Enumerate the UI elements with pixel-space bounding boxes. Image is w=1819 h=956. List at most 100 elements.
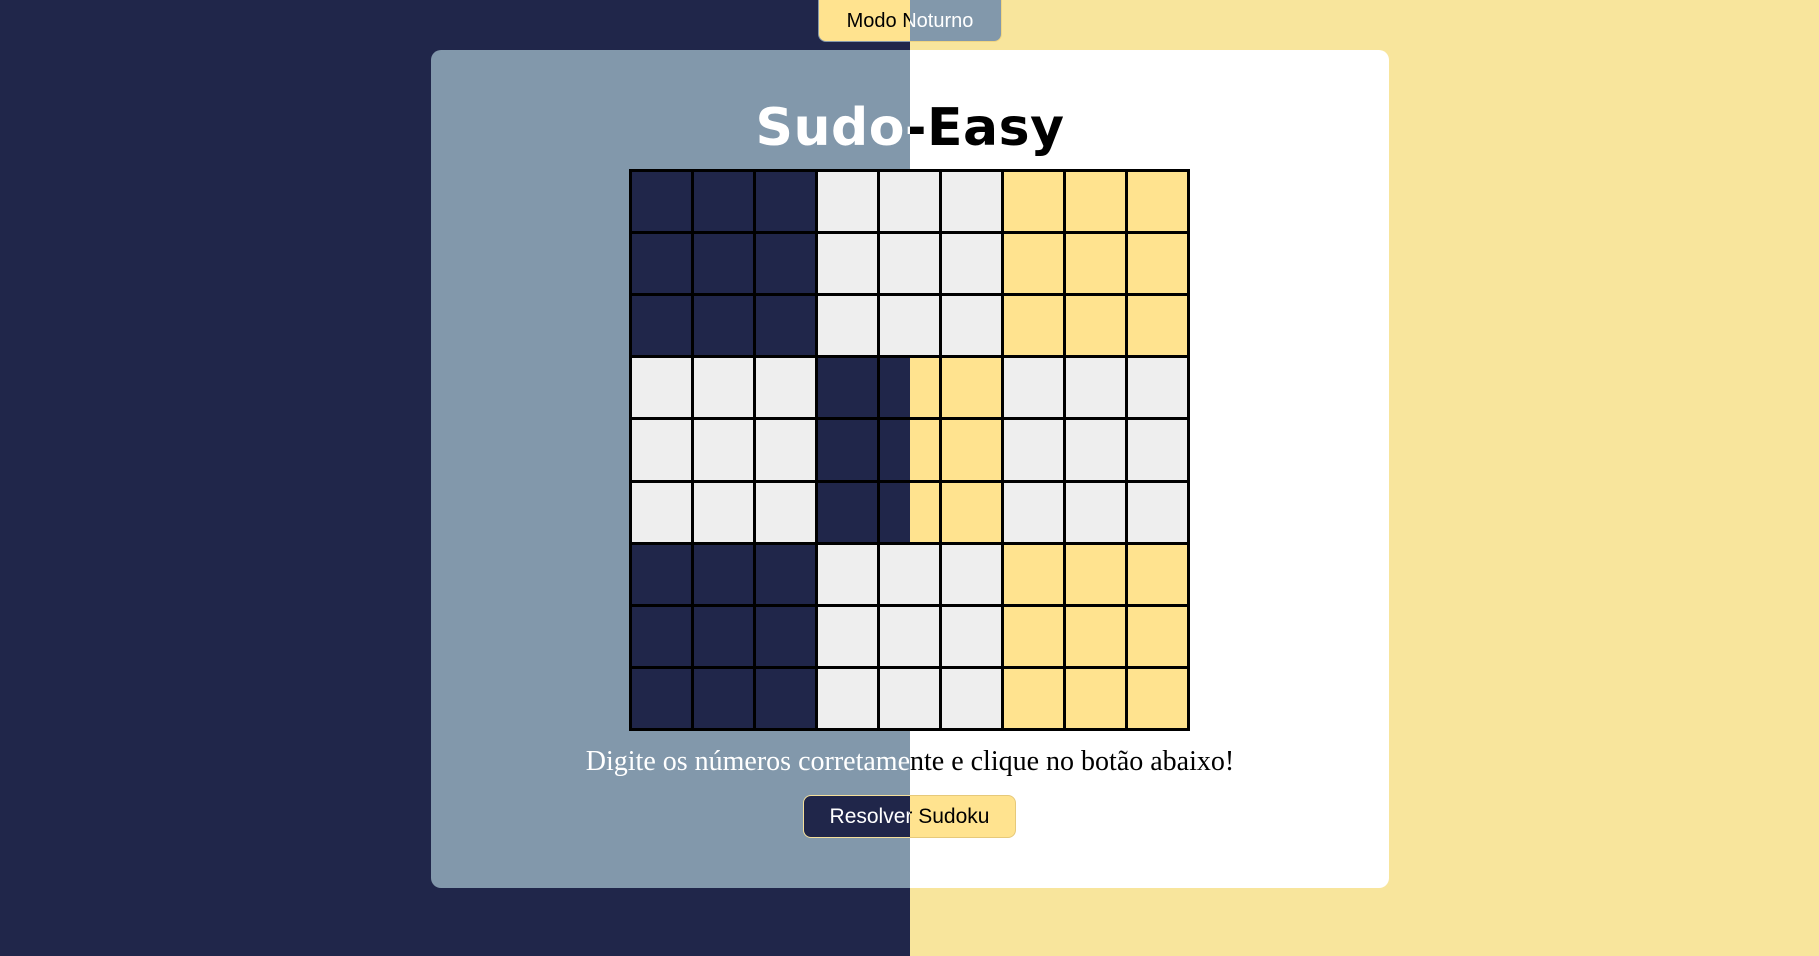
sudoku-cell[interactable] <box>1065 171 1126 233</box>
sudoku-cell-input[interactable] <box>818 296 877 356</box>
sudoku-cell[interactable] <box>631 419 692 481</box>
sudoku-cell[interactable] <box>631 481 692 543</box>
sudoku-cell-input[interactable] <box>942 420 1001 480</box>
sudoku-cell-input[interactable] <box>694 296 753 356</box>
sudoku-cell[interactable] <box>1065 233 1126 295</box>
sudoku-cell[interactable] <box>1127 481 1188 543</box>
sudoku-cell[interactable] <box>631 605 692 667</box>
sudoku-cell-input[interactable] <box>1066 482 1125 542</box>
sudoku-cell-input[interactable] <box>942 358 1001 418</box>
sudoku-cell[interactable] <box>1003 667 1064 729</box>
sudoku-cell-input[interactable] <box>1066 420 1125 480</box>
sudoku-cell-input[interactable] <box>756 234 815 294</box>
sudoku-cell[interactable] <box>693 481 754 543</box>
sudoku-cell[interactable] <box>817 357 878 419</box>
sudoku-cell[interactable] <box>817 481 878 543</box>
sudoku-cell-input[interactable] <box>632 482 691 542</box>
sudoku-cell-input[interactable] <box>1128 296 1187 356</box>
sudoku-cell-input[interactable] <box>818 606 877 666</box>
sudoku-cell-input[interactable] <box>1128 234 1187 294</box>
sudoku-cell[interactable] <box>693 171 754 233</box>
sudoku-cell-input[interactable] <box>632 544 691 604</box>
sudoku-cell-input[interactable] <box>818 668 877 728</box>
sudoku-cell[interactable] <box>1065 357 1126 419</box>
sudoku-cell-input[interactable] <box>942 172 1001 232</box>
sudoku-cell-input[interactable] <box>632 420 691 480</box>
sudoku-cell[interactable] <box>755 171 816 233</box>
sudoku-cell[interactable] <box>631 357 692 419</box>
sudoku-cell-input[interactable] <box>756 544 815 604</box>
sudoku-cell[interactable] <box>1065 481 1126 543</box>
sudoku-cell-input[interactable] <box>1128 358 1187 418</box>
sudoku-cell[interactable] <box>941 667 1002 729</box>
sudoku-cell-input[interactable] <box>1066 358 1125 418</box>
sudoku-cell[interactable] <box>941 295 1002 357</box>
sudoku-cell[interactable] <box>755 605 816 667</box>
sudoku-cell-input[interactable] <box>694 482 753 542</box>
sudoku-cell[interactable] <box>1003 481 1064 543</box>
sudoku-cell[interactable] <box>1127 543 1188 605</box>
sudoku-cell-input[interactable] <box>1004 606 1063 666</box>
sudoku-cell[interactable] <box>631 171 692 233</box>
sudoku-cell[interactable] <box>631 295 692 357</box>
sudoku-cell-input[interactable] <box>1066 544 1125 604</box>
sudoku-cell-input[interactable] <box>818 358 877 418</box>
sudoku-cell[interactable] <box>1003 357 1064 419</box>
sudoku-cell[interactable] <box>755 481 816 543</box>
sudoku-cell-input[interactable] <box>756 172 815 232</box>
sudoku-cell-input[interactable] <box>756 296 815 356</box>
sudoku-cell[interactable] <box>1003 233 1064 295</box>
sudoku-cell-input[interactable] <box>818 544 877 604</box>
sudoku-cell[interactable] <box>631 543 692 605</box>
sudoku-cell-input[interactable] <box>818 234 877 294</box>
sudoku-cell-input[interactable] <box>1066 668 1125 728</box>
sudoku-cell-input[interactable] <box>1004 234 1063 294</box>
sudoku-cell[interactable] <box>817 295 878 357</box>
sudoku-cell-input[interactable] <box>1128 482 1187 542</box>
sudoku-cell-input[interactable] <box>1066 296 1125 356</box>
sudoku-cell-input[interactable] <box>942 234 1001 294</box>
sudoku-cell-input[interactable] <box>1066 172 1125 232</box>
sudoku-cell[interactable] <box>1127 419 1188 481</box>
sudoku-cell-input[interactable] <box>1004 172 1063 232</box>
sudoku-cell-input[interactable] <box>1004 544 1063 604</box>
sudoku-cell[interactable] <box>755 667 816 729</box>
sudoku-cell[interactable] <box>1065 419 1126 481</box>
sudoku-cell[interactable] <box>817 419 878 481</box>
sudoku-cell[interactable] <box>1127 295 1188 357</box>
sudoku-cell-input[interactable] <box>694 668 753 728</box>
sudoku-cell-input[interactable] <box>818 482 877 542</box>
sudoku-cell-input[interactable] <box>1128 420 1187 480</box>
sudoku-cell-input[interactable] <box>1004 482 1063 542</box>
sudoku-cell-input[interactable] <box>1004 420 1063 480</box>
sudoku-cell-input[interactable] <box>694 358 753 418</box>
sudoku-cell-input[interactable] <box>1004 668 1063 728</box>
sudoku-cell[interactable] <box>817 605 878 667</box>
sudoku-cell[interactable] <box>817 667 878 729</box>
sudoku-cell-input[interactable] <box>942 606 1001 666</box>
sudoku-cell[interactable] <box>1065 543 1126 605</box>
sudoku-cell[interactable] <box>1127 605 1188 667</box>
sudoku-cell[interactable] <box>1003 295 1064 357</box>
sudoku-cell-input[interactable] <box>1128 606 1187 666</box>
sudoku-cell-input[interactable] <box>1004 358 1063 418</box>
sudoku-cell-input[interactable] <box>1128 668 1187 728</box>
sudoku-cell[interactable] <box>693 667 754 729</box>
sudoku-cell[interactable] <box>755 295 816 357</box>
sudoku-cell[interactable] <box>755 543 816 605</box>
sudoku-cell-input[interactable] <box>1128 544 1187 604</box>
sudoku-cell[interactable] <box>941 171 1002 233</box>
sudoku-cell-input[interactable] <box>694 172 753 232</box>
sudoku-cell-input[interactable] <box>1128 172 1187 232</box>
sudoku-cell[interactable] <box>693 543 754 605</box>
sudoku-cell[interactable] <box>1127 667 1188 729</box>
sudoku-cell[interactable] <box>941 543 1002 605</box>
sudoku-cell[interactable] <box>693 419 754 481</box>
sudoku-cell-input[interactable] <box>942 668 1001 728</box>
sudoku-cell-input[interactable] <box>632 234 691 294</box>
sudoku-cell-input[interactable] <box>942 482 1001 542</box>
sudoku-cell-input[interactable] <box>1004 296 1063 356</box>
sudoku-cell[interactable] <box>941 419 1002 481</box>
sudoku-cell[interactable] <box>941 605 1002 667</box>
sudoku-cell[interactable] <box>693 295 754 357</box>
